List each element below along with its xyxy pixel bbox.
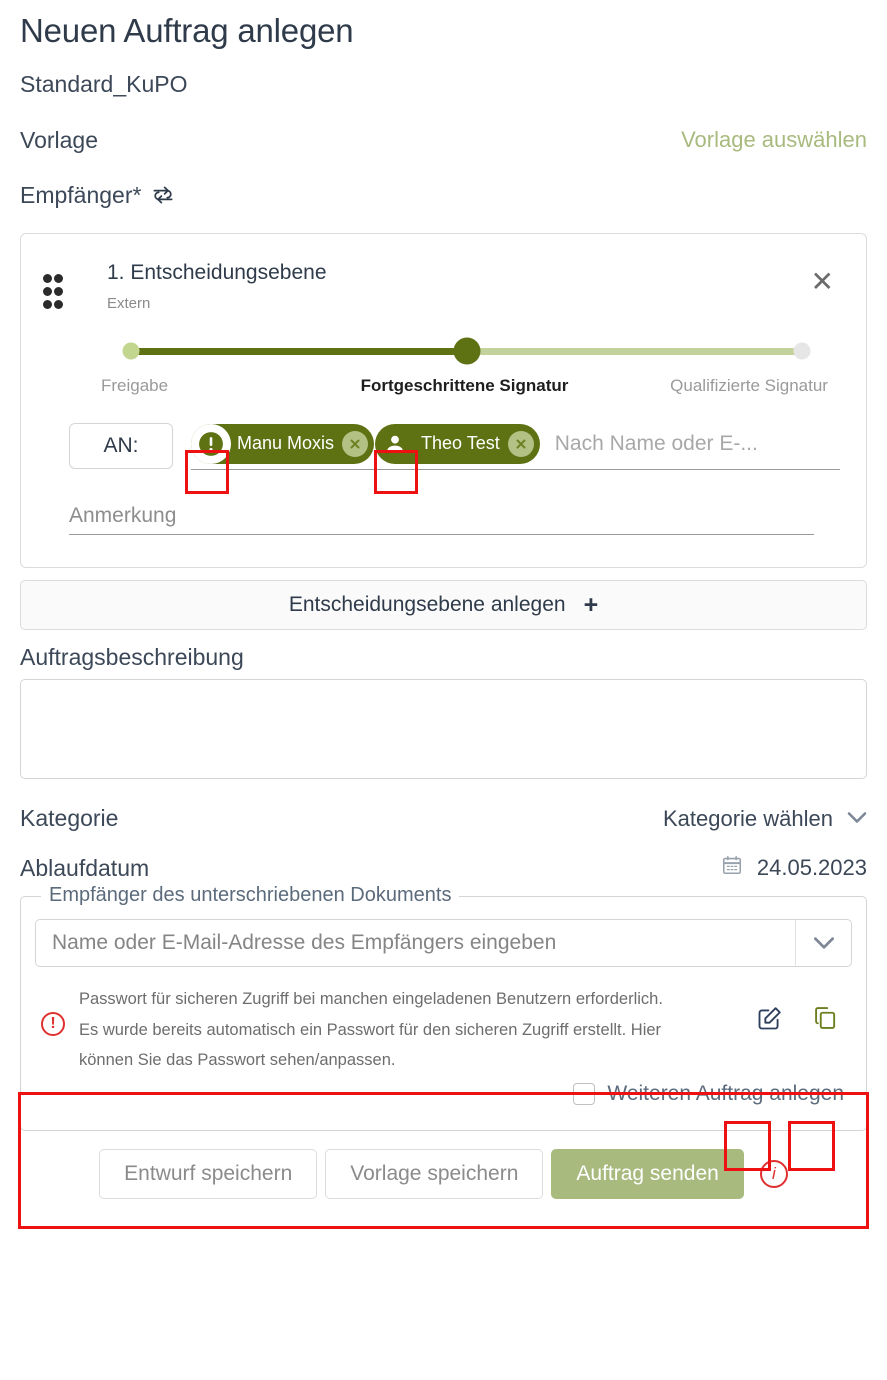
slider-dot-freigabe[interactable] (122, 342, 140, 360)
send-order-button[interactable]: Auftrag senden (551, 1148, 744, 1199)
remove-icon[interactable] (507, 430, 534, 457)
recipient-input-field[interactable]: Manu Moxis Theo Test Nach Name oder E-..… (191, 422, 840, 471)
another-order-label: Weiteren Auftrag anlegen (607, 1081, 844, 1105)
close-icon[interactable]: ✕ (805, 266, 840, 298)
another-order-row: Weiteren Auftrag anlegen (35, 1082, 844, 1106)
select-template-link[interactable]: Vorlage auswählen (681, 127, 867, 153)
category-select[interactable]: Kategorie wählen (663, 806, 867, 832)
add-decision-level-label: Entscheidungsebene anlegen (288, 593, 566, 617)
slider-label-qualifiziert: Qualifizierte Signatur (670, 375, 828, 395)
add-decision-level-button[interactable]: Entscheidungsebene anlegen + (20, 580, 867, 631)
note-placeholder: Anmerkung (69, 504, 177, 528)
info-icon[interactable]: i (759, 1159, 788, 1188)
expiry-date-picker[interactable]: 24.05.2023 (721, 854, 867, 882)
signed-doc-recipient-input[interactable]: Name oder E-Mail-Adresse des Empfängers … (36, 931, 795, 955)
warning-icon: ! (41, 1012, 65, 1037)
recipients-heading: Empfänger* (20, 182, 867, 209)
slider-fill (131, 347, 467, 355)
password-notice: ! Passwort für sicheren Zugriff bei manc… (35, 976, 852, 1076)
signature-level-labels: Freigabe Fortgeschrittene Signatur Quali… (101, 375, 828, 396)
person-icon (375, 424, 415, 464)
recipient-chip-name: Theo Test (421, 433, 500, 454)
password-notice-text: Passwort für sicheren Zugriff bei manche… (79, 984, 736, 1076)
decision-level-title: 1. Entscheidungsebene (107, 260, 327, 284)
recipient-chip-manu-moxis[interactable]: Manu Moxis (191, 423, 375, 464)
slider-dot-fortgeschritten[interactable] (453, 337, 480, 365)
order-create-page: Neuen Auftrag anlegen Standard_KuPO Vorl… (0, 10, 887, 1199)
signed-doc-recipient-select[interactable]: Name oder E-Mail-Adresse des Empfängers … (35, 919, 852, 968)
plus-icon: + (583, 590, 599, 619)
drag-handle-icon[interactable] (43, 273, 77, 313)
decision-level-card: 1. Entscheidungsebene Extern ✕ Freigabe … (20, 232, 867, 569)
slider-dot-qualifiziert[interactable] (793, 342, 811, 360)
slider-label-freigabe: Freigabe (101, 375, 169, 395)
password-notice-actions (750, 998, 846, 1039)
expiry-row: Ablaufdatum 24.05.2023 (20, 854, 867, 882)
edit-password-icon[interactable] (750, 998, 790, 1039)
decision-level-header: 1. Entscheidungsebene Extern ✕ (43, 260, 840, 313)
chevron-down-icon (847, 809, 867, 828)
an-label-box: AN: (69, 423, 173, 470)
signed-doc-recipient-fieldset: Empfänger des unterschriebenen Dokuments… (20, 884, 867, 1131)
footer-actions: Entwurf speichern Vorlage speichern Auft… (20, 1148, 867, 1199)
password-notice-line3: können Sie das Passwort sehen/anpassen. (79, 1051, 396, 1070)
category-label: Kategorie (20, 805, 119, 832)
calendar-icon (721, 854, 743, 882)
description-label: Auftragsbeschreibung (20, 644, 244, 671)
page-title: Neuen Auftrag anlegen (20, 12, 354, 49)
warning-icon (191, 423, 231, 464)
recipient-chip-name: Manu Moxis (237, 433, 335, 454)
order-subtitle: Standard_KuPO (20, 70, 188, 97)
recipient-search-input[interactable]: Nach Name oder E-... (555, 432, 758, 456)
signed-doc-recipient-legend: Empfänger des unterschriebenen Dokuments (41, 884, 460, 908)
signature-level-slider[interactable] (122, 337, 811, 365)
recipient-chip-theo-test[interactable]: Theo Test (375, 423, 540, 464)
password-notice-line1: Passwort für sicheren Zugriff bei manche… (79, 990, 663, 1009)
recipient-chips-row: AN: Manu Moxis Theo Test Nach Name oder … (69, 422, 840, 471)
expiry-label: Ablaufdatum (20, 854, 150, 881)
template-label: Vorlage (20, 126, 99, 153)
category-row: Kategorie Kategorie wählen (20, 805, 867, 832)
save-template-button[interactable]: Vorlage speichern (325, 1148, 544, 1199)
decision-level-titles: 1. Entscheidungsebene Extern (107, 260, 805, 312)
template-row: Vorlage Vorlage auswählen (20, 127, 867, 154)
sync-icon[interactable] (150, 182, 176, 208)
another-order-checkbox[interactable] (573, 1082, 596, 1105)
expiry-date-value: 24.05.2023 (756, 855, 867, 881)
remove-icon[interactable] (342, 430, 369, 457)
description-textarea[interactable] (20, 679, 867, 780)
chevron-down-icon[interactable] (795, 920, 851, 967)
save-draft-button[interactable]: Entwurf speichern (99, 1148, 318, 1199)
recipients-label: Empfänger* (20, 181, 142, 208)
decision-level-subtitle: Extern (107, 295, 151, 313)
category-value: Kategorie wählen (662, 805, 833, 831)
slider-label-fortgeschritten: Fortgeschrittene Signatur (360, 375, 569, 395)
password-notice-line2: Es wurde bereits automatisch ein Passwor… (79, 1020, 662, 1039)
note-field[interactable]: Anmerkung (69, 504, 814, 536)
copy-password-icon[interactable] (806, 998, 846, 1039)
